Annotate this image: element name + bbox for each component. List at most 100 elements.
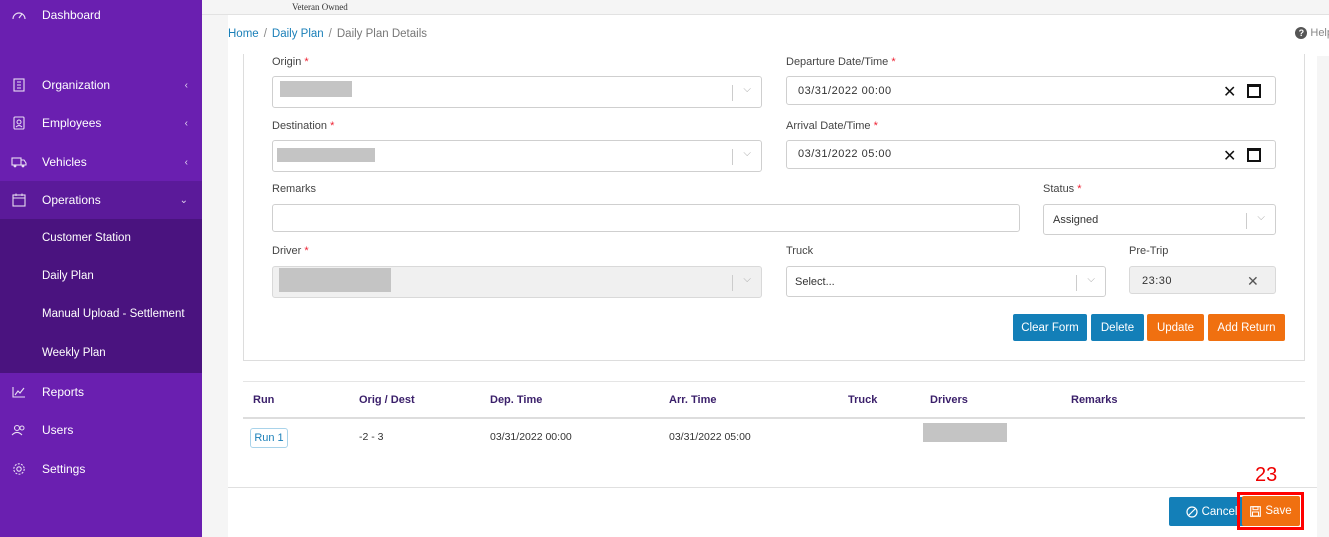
gauge-icon xyxy=(11,7,27,23)
building-icon xyxy=(11,77,27,93)
origin-label: Origin * xyxy=(272,56,309,68)
sidebar-subitem-weekly-plan[interactable]: Weekly Plan xyxy=(0,334,202,372)
cell-orig-dest: -2 - 3 xyxy=(359,431,384,443)
sidebar-item-settings[interactable]: Settings xyxy=(0,450,202,488)
clear-form-button[interactable]: Clear Form xyxy=(1013,314,1087,341)
sidebar-item-label: Vehicles xyxy=(42,155,87,169)
calendar-icon[interactable] xyxy=(1247,84,1261,98)
chevron-left-icon: ‹ xyxy=(184,156,188,168)
clear-icon[interactable]: ✕ xyxy=(1247,273,1259,290)
save-icon xyxy=(1250,505,1262,517)
update-button[interactable]: Update xyxy=(1147,314,1204,341)
sidebar-subitem-manual-upload[interactable]: Manual Upload - Settlement xyxy=(0,295,202,333)
breadcrumb-current: Daily Plan Details xyxy=(336,28,427,40)
footer-divider xyxy=(228,487,1317,488)
sidebar-item-label: Users xyxy=(42,423,74,437)
sidebar-item-label: Settings xyxy=(42,462,86,476)
breadcrumb-home-link[interactable]: Home xyxy=(228,28,259,40)
breadcrumb: Home / Daily Plan / Daily Plan Details xyxy=(228,28,427,40)
col-arr-time: Arr. Time xyxy=(669,394,717,406)
chevron-down-icon: ⌄ xyxy=(179,194,188,206)
arrival-value: 03/31/2022 05:00 xyxy=(798,148,892,160)
origin-select[interactable]: ⌵ xyxy=(272,76,762,108)
redacted-driver xyxy=(923,423,1007,442)
select-separator xyxy=(1246,213,1247,229)
clear-icon[interactable]: ✕ xyxy=(1223,146,1236,166)
help-label: Help xyxy=(1310,27,1329,39)
redacted-value xyxy=(277,148,375,162)
sidebar-item-operations[interactable]: Operations ⌄ xyxy=(0,181,202,219)
arrival-label: Arrival Date/Time * xyxy=(786,120,878,132)
departure-label: Departure Date/Time * xyxy=(786,56,896,68)
chevron-down-icon: ⌵ xyxy=(743,148,751,159)
sidebar-item-organization[interactable]: Organization ‹ xyxy=(0,66,202,104)
help-link[interactable]: ? Help xyxy=(1295,27,1329,39)
gear-icon xyxy=(11,461,27,477)
sidebar-subitem-customer-station[interactable]: Customer Station xyxy=(0,219,202,257)
cell-arr-time: 03/31/2022 05:00 xyxy=(669,431,751,443)
breadcrumb-separator: / xyxy=(328,28,332,40)
truck-select[interactable]: Select... ⌵ xyxy=(786,266,1106,297)
redacted-value xyxy=(279,268,391,292)
col-drivers: Drivers xyxy=(930,394,968,406)
breadcrumb-separator: / xyxy=(263,28,267,40)
runs-table-header: Run Orig / Dest Dep. Time Arr. Time Truc… xyxy=(243,381,1305,419)
driver-select: ⌵ xyxy=(272,266,762,298)
remarks-label: Remarks xyxy=(272,183,317,195)
truck-label: Truck xyxy=(786,245,814,257)
sidebar-item-users[interactable]: Users xyxy=(0,411,202,449)
breadcrumb-daily-plan-link[interactable]: Daily Plan xyxy=(272,28,324,40)
clear-icon[interactable]: ✕ xyxy=(1223,82,1236,102)
id-badge-icon xyxy=(11,115,27,131)
chevron-down-icon: ⌵ xyxy=(1257,212,1265,223)
cell-dep-time: 03/31/2022 00:00 xyxy=(490,431,572,443)
select-separator xyxy=(732,275,733,291)
col-orig-dest: Orig / Dest xyxy=(359,394,415,406)
remarks-input[interactable] xyxy=(272,204,1020,232)
sidebar-item-label: Employees xyxy=(42,116,102,130)
chevron-down-icon: ⌵ xyxy=(743,84,751,95)
driver-label: Driver * xyxy=(272,245,309,257)
sidebar-subitem-label: Daily Plan xyxy=(42,270,94,282)
run-form: Origin * ⌵ Departure Date/Time * 03/31/2… xyxy=(243,54,1305,361)
content-panel: Origin * ⌵ Departure Date/Time * 03/31/2… xyxy=(228,54,1317,537)
col-dep-time: Dep. Time xyxy=(490,394,543,406)
calendar-icon[interactable] xyxy=(1247,148,1261,162)
truck-placeholder: Select... xyxy=(795,276,835,288)
help-icon: ? xyxy=(1295,27,1308,39)
sidebar-item-reports[interactable]: Reports xyxy=(0,373,202,411)
sidebar-item-employees[interactable]: Employees ‹ xyxy=(0,104,202,142)
users-icon xyxy=(11,422,27,438)
table-row: Run 1 -2 - 3 03/31/2022 00:00 03/31/2022… xyxy=(243,419,1305,459)
sidebar-subitem-daily-plan[interactable]: Daily Plan xyxy=(0,257,202,295)
status-select[interactable]: Assigned ⌵ xyxy=(1043,204,1276,235)
run-link-button[interactable]: Run 1 xyxy=(250,428,288,448)
sidebar-item-label: Reports xyxy=(42,385,85,399)
sidebar-item-dashboard[interactable]: Dashboard xyxy=(0,0,202,34)
chevron-left-icon: ‹ xyxy=(184,117,188,129)
select-separator xyxy=(732,85,733,101)
pretrip-label: Pre-Trip xyxy=(1129,245,1169,257)
sidebar-subitem-label: Manual Upload - Settlement xyxy=(42,308,185,320)
pretrip-input: 23:30 ✕ xyxy=(1129,266,1276,294)
annotation-marker: 23 xyxy=(1255,464,1278,486)
departure-datetime-input[interactable]: 03/31/2022 00:00 ✕ xyxy=(786,76,1276,105)
chevron-down-icon: ⌵ xyxy=(1087,274,1095,285)
delete-button[interactable]: Delete xyxy=(1091,314,1144,341)
save-button[interactable]: Save xyxy=(1242,496,1300,526)
select-separator xyxy=(732,149,733,165)
arrival-datetime-input[interactable]: 03/31/2022 05:00 ✕ xyxy=(786,140,1276,169)
cancel-label: Cancel xyxy=(1201,505,1238,518)
sidebar-subitem-label: Weekly Plan xyxy=(42,347,106,359)
sidebar-item-label: Operations xyxy=(42,193,101,207)
operations-submenu: Customer Station Daily Plan Manual Uploa… xyxy=(0,219,202,373)
save-label: Save xyxy=(1265,505,1292,517)
destination-select[interactable]: ⌵ xyxy=(272,140,762,172)
breadcrumb-bar: Home / Daily Plan / Daily Plan Details ? Hel… xyxy=(228,15,1329,56)
add-return-button[interactable]: Add Return xyxy=(1208,314,1285,341)
sidebar-item-label: Organization xyxy=(42,78,111,92)
calendar-icon xyxy=(11,192,27,208)
logo-tagline: Veteran Owned xyxy=(292,2,348,12)
status-label: Status * xyxy=(1043,183,1082,195)
sidebar-item-vehicles[interactable]: Vehicles ‹ xyxy=(0,143,202,181)
